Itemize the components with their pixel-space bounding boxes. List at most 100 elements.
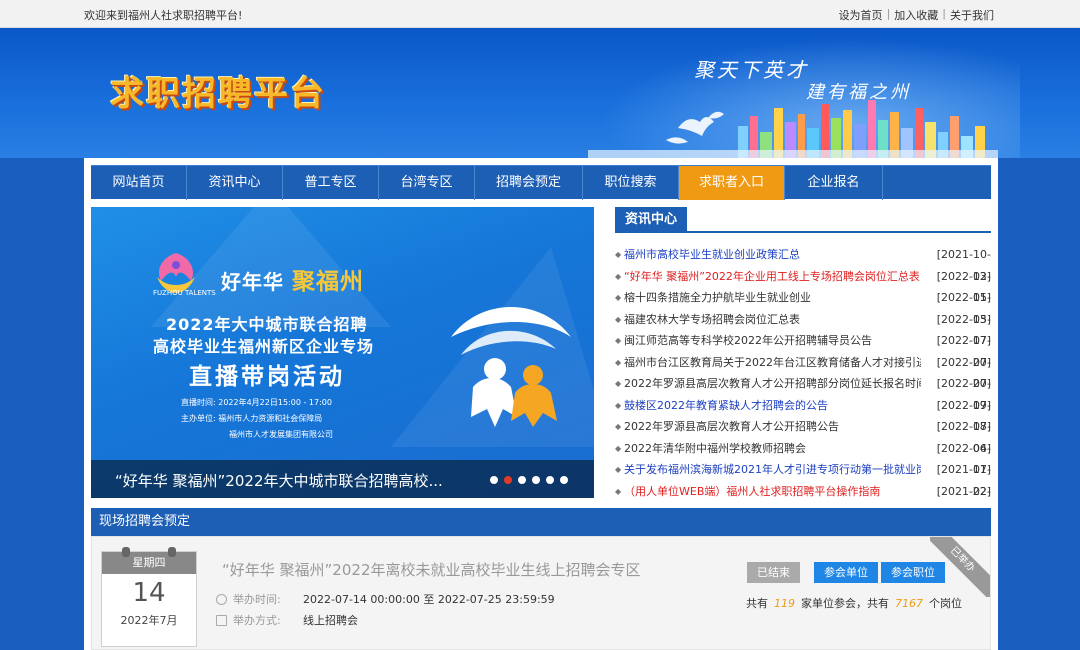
news-header: 资讯中心 <box>615 207 991 233</box>
news-item-date: [2022-07-19] <box>936 377 991 412</box>
separator: | <box>942 7 946 20</box>
news-item[interactable]: ◆ 2022年罗源县高层次教育人才公开招聘公告 [2022-07-06] <box>615 416 991 455</box>
nav-job-fair-booking[interactable]: 招聘会预定 <box>475 166 583 200</box>
news-item-date: [2022-07-20] <box>936 355 991 391</box>
news-item-title[interactable]: （用人单位WEB端）福州人社求职招聘平台操作指南 <box>624 481 921 503</box>
carousel-dot[interactable] <box>546 476 554 484</box>
nav-news-center[interactable]: 资讯中心 <box>187 166 283 200</box>
header-banner: 求职招聘平台 聚天下英才 建有福之州 <box>0 28 1080 158</box>
stats-suffix: 个岗位 <box>929 597 962 610</box>
job-fair-title[interactable]: “好年华 聚福州”2022年离校未就业高校毕业生线上招聘会专区 <box>222 559 641 580</box>
news-item-title[interactable]: 2022年清华附中福州学校教师招聘会 <box>624 438 921 460</box>
stats-mid: 家单位参会，共有 <box>801 597 889 610</box>
news-item[interactable]: ◆ 关于发布福州滨海新城2021年人才引进专项行动第一批就业岗 [2021-07-2… <box>615 459 991 498</box>
news-item[interactable]: ◆（用人单位WEB端）福州人社求职招聘平台操作指南 [2021-02-22] <box>615 481 991 520</box>
carousel-cohost: 福州市人才发展集团有限公司 <box>229 430 333 439</box>
brand-prefix: 好年华 <box>221 270 284 294</box>
about-us-link[interactable]: 关于我们 <box>950 7 994 23</box>
news-item-date: [2021-10-13] <box>936 248 991 283</box>
nav-taiwan-zone[interactable]: 台湾专区 <box>379 166 475 200</box>
separator: | <box>886 7 891 20</box>
news-item[interactable]: ◆ 福州市台江区教育局关于2022年台江区教育储备人才对接引进 [2022-07-2… <box>615 352 991 391</box>
bullet-icon: ◆ <box>615 271 622 281</box>
job-fair-mode-row: 举办方式: 线上招聘会 <box>216 612 358 628</box>
news-tab[interactable]: 资讯中心 <box>615 207 688 233</box>
calendar-day: 14 <box>132 578 166 608</box>
news-item[interactable]: ◆ 鼓楼区2022年教育紧缺人才招聘会的公告 [2022-07-18] <box>615 395 991 434</box>
news-item-date: [2022-07-18] <box>936 398 991 434</box>
news-item-title[interactable]: 福州市台江区教育局关于2022年台江区教育储备人才对接引进 <box>624 352 921 374</box>
slogan-line-1: 聚天下英才 <box>694 58 809 82</box>
bullet-icon: ◆ <box>615 293 622 302</box>
time-value: 2022-07-14 00:00:00 至 2022-07-25 23:59:5… <box>303 593 555 606</box>
calendar-ring <box>122 547 130 557</box>
bullet-icon: ◆ <box>615 314 622 324</box>
carousel-line-2: 高校毕业生福州新区企业专场 <box>153 337 375 356</box>
news-item-title[interactable]: 关于发布福州滨海新城2021年人才引进专项行动第一批就业岗 <box>624 459 921 481</box>
carousel-dot[interactable] <box>490 476 498 484</box>
news-item[interactable]: ◆ “好年华 聚福州”2022年企业用工线上专场招聘会岗位汇总表 [2022-02-… <box>615 266 991 305</box>
bullet-icon: ◆ <box>615 422 622 431</box>
carousel-time: 直播时间: 2022年4月22日15:00 - 17:00 <box>181 398 332 407</box>
bullet-icon: ◆ <box>615 443 622 453</box>
status-ended-button[interactable]: 已结束 <box>747 562 800 583</box>
main-container: 网站首页 资讯中心 普工专区 台湾专区 招聘会预定 职位搜索 求职者入口 企业报… <box>84 158 998 650</box>
company-count: 119 <box>774 597 795 610</box>
carousel-pagination <box>484 476 568 484</box>
brand-gold: 聚福州 <box>291 268 364 295</box>
news-item[interactable]: ◆ 闽江师范高等专科学校2022年公开招聘辅导员公告 [2022-07-20] <box>615 330 991 369</box>
bullet-icon: ◆ <box>615 357 622 367</box>
position-count: 7167 <box>895 597 923 610</box>
news-item-date: [2022-07-06] <box>936 420 991 455</box>
top-links: 设为首页 | 加入收藏 | 关于我们 <box>839 7 994 23</box>
news-item-date: [2022-07-20] <box>936 334 991 369</box>
top-bar: 欢迎来到福州人社求职招聘平台! 设为首页 | 加入收藏 | 关于我们 <box>0 0 1080 28</box>
carousel-host: 主办单位: 福州市人力资源和社会保障局 <box>181 414 323 423</box>
mode-value: 线上招聘会 <box>303 614 358 627</box>
news-item[interactable]: ◆ 2022年清华附中福州学校教师招聘会 [2022-04-11] <box>615 438 991 477</box>
carousel-dot[interactable] <box>504 476 512 484</box>
clock-icon <box>216 593 227 605</box>
news-item-title[interactable]: 福州市高校毕业生就业创业政策汇总 <box>624 244 921 266</box>
mode-label: 举办方式: <box>233 614 281 627</box>
news-item[interactable]: ◆ 2022年罗源县高层次教育人才公开招聘部分岗位延长报名时间 [2022-07-1… <box>615 373 991 412</box>
bullet-icon: ◆ <box>615 336 622 345</box>
news-item[interactable]: ◆ 榕十四条措施全力护航毕业生就业创业 [2022-05-13] <box>615 287 991 326</box>
news-item-date: [2022-05-13] <box>936 291 991 326</box>
news-item-title[interactable]: 2022年罗源县高层次教育人才公开招聘公告 <box>624 416 921 438</box>
welcome-text: 欢迎来到福州人社求职招聘平台! <box>84 9 243 22</box>
carousel-dot[interactable] <box>560 476 568 484</box>
news-item-date: [2021-02-22] <box>936 484 991 520</box>
calendar-icon <box>216 614 227 626</box>
carousel-dot[interactable] <box>532 476 540 484</box>
news-item-date: [2022-02-11] <box>936 269 991 305</box>
calendar-ring <box>168 547 176 557</box>
news-item-title[interactable]: “好年华 聚福州”2022年企业用工线上专场招聘会岗位汇总表 <box>624 266 921 288</box>
news-item-title[interactable]: 榕十四条措施全力护航毕业生就业创业 <box>624 287 921 309</box>
job-fair-time-row: 举办时间: 2022-07-14 00:00:00 至 2022-07-25 2… <box>216 591 555 607</box>
held-ribbon: 已举办 <box>930 537 990 597</box>
news-item-title[interactable]: 鼓楼区2022年教育紧缺人才招聘会的公告 <box>624 395 921 417</box>
add-favorite-link[interactable]: 加入收藏 <box>894 7 938 23</box>
news-item-title[interactable]: 闽江师范高等专科学校2022年公开招聘辅导员公告 <box>624 330 921 352</box>
news-item[interactable]: ◆ 福建农林大学专场招聘会岗位汇总表 [2022-05-17] <box>615 309 991 348</box>
news-item-title[interactable]: 2022年罗源县高层次教育人才公开招聘部分岗位延长报名时间 <box>624 373 921 395</box>
nav-company-signup[interactable]: 企业报名 <box>785 166 883 200</box>
news-item-title[interactable]: 福建农林大学专场招聘会岗位汇总表 <box>624 309 921 331</box>
set-homepage-link[interactable]: 设为首页 <box>839 7 883 23</box>
news-panel: 资讯中心 ◆ 福州市高校毕业生就业创业政策汇总 [2021-10-13] ◆ “好年华 … <box>615 207 991 519</box>
participating-companies-button[interactable]: 参会单位 <box>814 562 878 583</box>
news-item-date: [2021-07-22] <box>936 463 991 498</box>
nav-home[interactable]: 网站首页 <box>91 166 187 200</box>
calendar-weekday: 星期四 <box>102 552 196 574</box>
carousel-dot[interactable] <box>518 476 526 484</box>
news-item-date: [2022-05-17] <box>936 312 991 348</box>
news-item[interactable]: ◆ 福州市高校毕业生就业创业政策汇总 [2021-10-13] <box>615 244 991 283</box>
nav-job-search[interactable]: 职位搜索 <box>583 166 679 200</box>
nav-jobseeker-entry[interactable]: 求职者入口 <box>679 166 785 200</box>
site-logo[interactable]: 求职招聘平台 <box>110 66 326 115</box>
carousel-caption[interactable]: “好年华 聚福州”2022年大中城市联合招聘高校... <box>115 470 443 491</box>
banner-carousel[interactable]: FUZHOU TALENTS 好年华 聚福州 2022年大中城市联合招聘 高校毕… <box>91 207 594 498</box>
nav-general-labor[interactable]: 普工专区 <box>283 166 379 200</box>
mascot-figure-illustration <box>451 307 571 427</box>
